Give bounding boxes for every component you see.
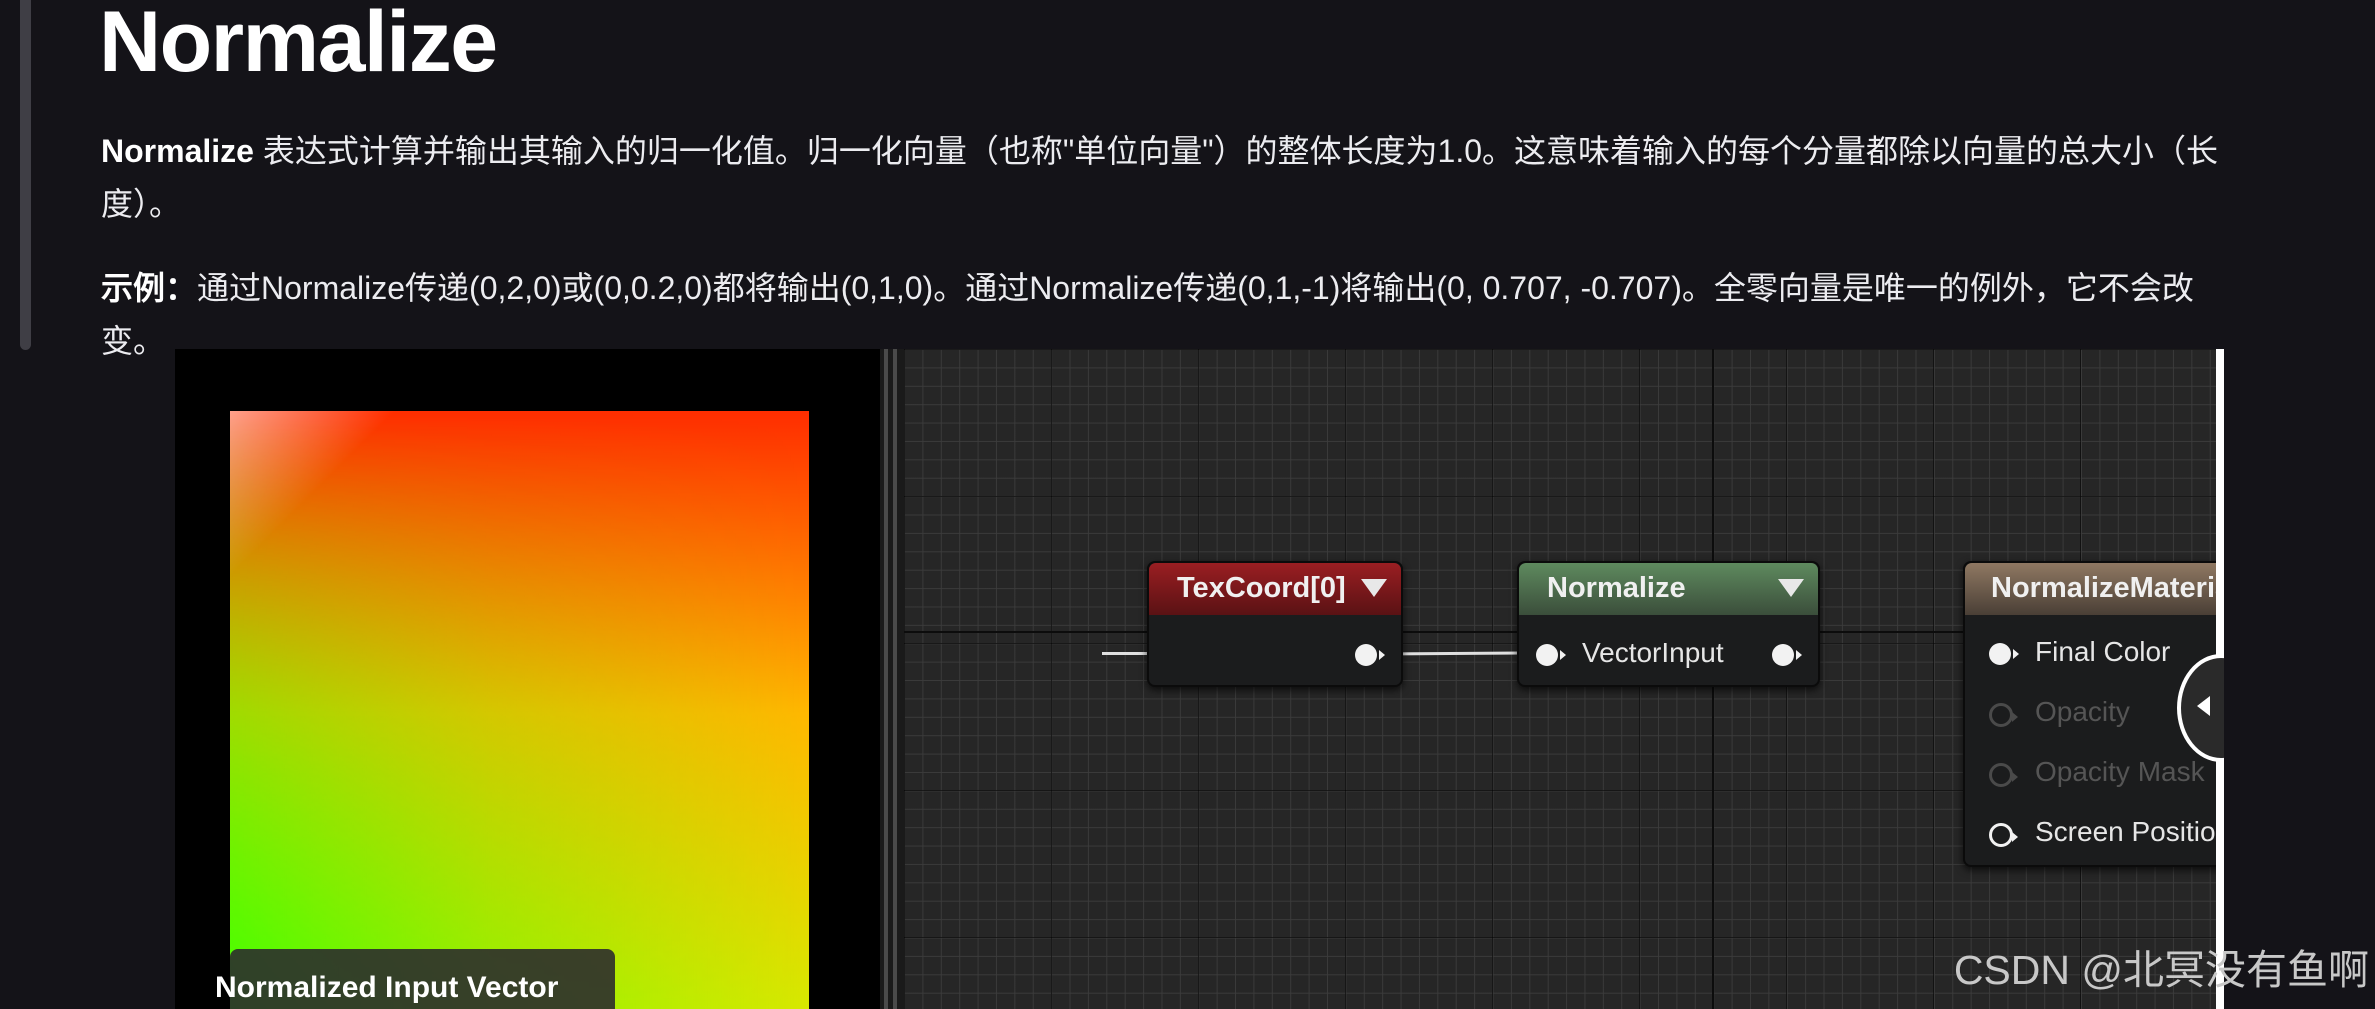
- screen-position-pin[interactable]: [1989, 823, 2018, 847]
- node-graph-canvas[interactable]: TexCoord[0] Normalize VectorInput Normal…: [904, 349, 2216, 1009]
- collapse-arrow-icon: [2197, 696, 2210, 716]
- opacity-pin[interactable]: [1989, 703, 2018, 727]
- divider-line-left: [884, 349, 888, 1009]
- node-material-header: NormalizeMaterial: [1965, 563, 2216, 615]
- node-material-title: NormalizeMaterial: [1991, 572, 2216, 604]
- example-label: 示例：: [101, 270, 198, 306]
- dropdown-arrow-icon[interactable]: [1778, 579, 1804, 597]
- final-color-pin[interactable]: [1989, 643, 2019, 665]
- final-color-label: Final Color: [2035, 636, 2171, 667]
- material-figure: Normalized Input Vector TexCoord[0] Norm…: [175, 349, 2224, 1009]
- normalize-input-pin[interactable]: [1536, 644, 1566, 666]
- intro-text: 表达式计算并输出其输入的归一化值。归一化向量（也称"单位向量"）的整体长度为1.…: [101, 133, 2219, 222]
- normalize-output-pin[interactable]: [1772, 644, 1802, 666]
- opacity-label: Opacity: [2035, 696, 2130, 727]
- normalize-input-label: VectorInput: [1582, 637, 1724, 668]
- divider-line-right: [893, 349, 897, 1009]
- page-scrollbar[interactable]: [20, 0, 31, 350]
- pane-divider[interactable]: [880, 349, 904, 1009]
- intro-paragraph: Normalize 表达式计算并输出其输入的归一化值。归一化向量（也称"单位向量…: [101, 125, 2251, 231]
- opacity-mask-pin[interactable]: [1989, 763, 2018, 787]
- dropdown-arrow-icon[interactable]: [1361, 579, 1387, 597]
- node-normalize-header: Normalize: [1519, 563, 1818, 615]
- watermark: CSDN @北冥没有鱼啊: [1953, 947, 2369, 993]
- intro-strong: Normalize: [101, 133, 254, 169]
- preview-caption: Normalized Input Vector: [215, 971, 559, 1004]
- node-texcoord-header: TexCoord[0]: [1149, 563, 1401, 615]
- preview-pane: Normalized Input Vector: [175, 349, 880, 1009]
- texcoord-output-pin[interactable]: [1355, 644, 1385, 666]
- screen-position-label: Screen Position: [2035, 816, 2216, 847]
- page-heading: Normalize: [99, 0, 498, 90]
- node-texcoord-title: TexCoord[0]: [1177, 572, 1346, 604]
- example-text: 通过Normalize传递(0,2,0)或(0,0.2,0)都将输出(0,1,0…: [101, 270, 2194, 359]
- node-texcoord[interactable]: TexCoord[0]: [1147, 561, 1403, 687]
- node-normalize[interactable]: Normalize VectorInput: [1517, 561, 1820, 687]
- normalized-color-swatch: [230, 411, 809, 1009]
- opacity-mask-label: Opacity Mask: [2035, 756, 2205, 787]
- node-normalize-title: Normalize: [1547, 572, 1686, 604]
